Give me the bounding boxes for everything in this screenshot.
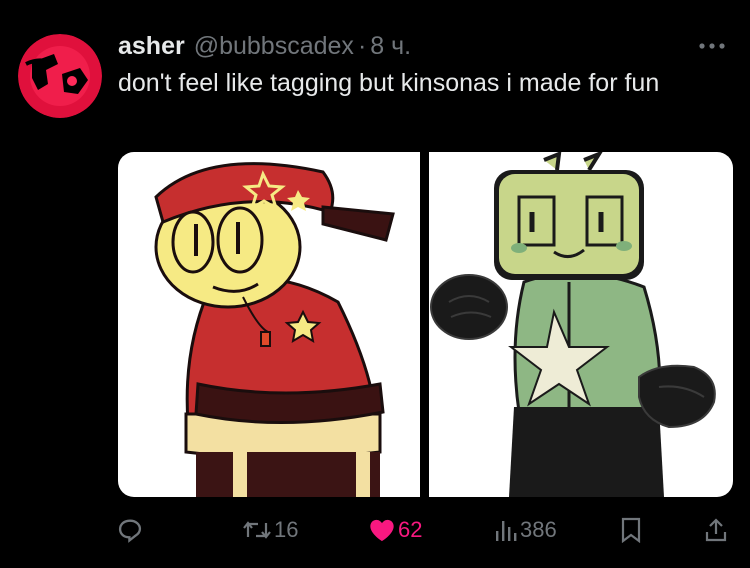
tweet[interactable]: asher @bubbscadex · 8 ч. don't feel like… [0, 0, 750, 568]
reply-button[interactable] [116, 512, 146, 548]
share-button[interactable] [704, 512, 728, 548]
avatar[interactable] [18, 34, 102, 118]
more-icon [699, 43, 725, 49]
retweet-button[interactable]: 16 [242, 512, 298, 548]
media-grid [118, 152, 733, 497]
bookmark-icon [621, 517, 641, 543]
like-count: 62 [398, 517, 423, 542]
author-handle[interactable]: @bubbscadex [194, 32, 354, 61]
share-icon [705, 518, 727, 542]
views-icon [496, 521, 517, 541]
bookmark-button[interactable] [620, 512, 642, 548]
views-button[interactable]: 386 [494, 512, 557, 548]
views-count: 386 [520, 517, 557, 542]
tweet-text: don't feel like tagging but kinsonas i m… [118, 69, 660, 97]
like-button[interactable]: 62 [368, 512, 422, 548]
heart-icon [370, 519, 394, 542]
media-image-2[interactable] [429, 152, 733, 497]
timestamp[interactable]: 8 ч. [370, 32, 411, 61]
reply-icon [118, 519, 142, 543]
retweet-icon [243, 521, 271, 539]
retweet-count: 16 [274, 517, 299, 542]
media-image-1[interactable] [118, 152, 420, 497]
separator: · [357, 31, 367, 60]
author-name[interactable]: asher [118, 32, 185, 61]
tweet-header: asher @bubbscadex · 8 ч. [118, 32, 411, 60]
more-options-button[interactable] [692, 32, 732, 60]
action-bar: 16 62 386 [0, 512, 750, 548]
